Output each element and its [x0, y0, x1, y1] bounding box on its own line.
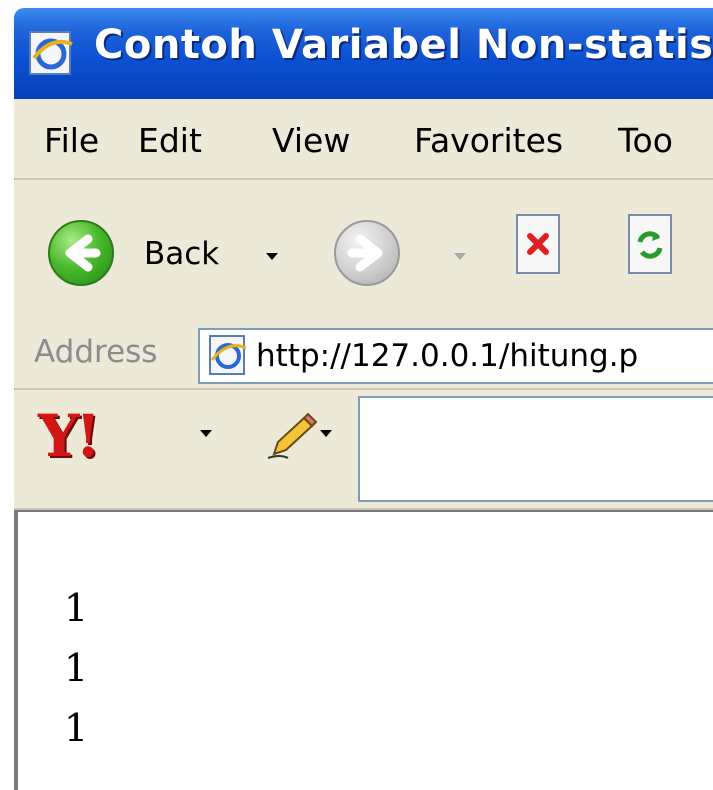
- content-line: 1: [64, 586, 89, 630]
- address-bar: Address http://127.0.0.1/hitung.p: [14, 320, 713, 390]
- navigation-toolbar: Back: [14, 180, 713, 322]
- yahoo-logo[interactable]: Y!: [38, 402, 101, 470]
- ie-page-icon: [209, 335, 247, 375]
- address-label: Address: [34, 334, 158, 370]
- forward-history-dropdown[interactable]: [454, 253, 466, 260]
- menu-file[interactable]: File: [44, 121, 99, 160]
- refresh-button[interactable]: [628, 214, 672, 274]
- address-url[interactable]: http://127.0.0.1/hitung.p: [256, 338, 638, 374]
- ie-page-icon: [29, 31, 73, 75]
- menu-tools[interactable]: Too: [618, 121, 673, 160]
- stop-button[interactable]: [516, 214, 560, 274]
- content-line: 1: [64, 646, 89, 690]
- title-bar[interactable]: Contoh Variabel Non-statis: [14, 8, 713, 99]
- yahoo-toolbar: Y!: [14, 390, 713, 510]
- menu-view[interactable]: View: [272, 121, 350, 160]
- back-arrow-icon: [65, 234, 101, 272]
- yahoo-menu-dropdown[interactable]: [200, 430, 212, 437]
- page-content: 1 1 1: [14, 510, 713, 790]
- menu-bar: File Edit View Favorites Too: [14, 99, 713, 180]
- menu-favorites[interactable]: Favorites: [414, 121, 563, 160]
- back-button[interactable]: [48, 220, 114, 286]
- content-line: 1: [64, 706, 89, 750]
- back-history-dropdown[interactable]: [266, 253, 278, 260]
- forward-arrow-icon: [347, 234, 383, 272]
- pencil-icon[interactable]: [264, 410, 320, 462]
- window-title: Contoh Variabel Non-statis: [94, 22, 713, 68]
- pencil-dropdown[interactable]: [320, 430, 332, 437]
- address-input[interactable]: http://127.0.0.1/hitung.p: [198, 328, 713, 384]
- refresh-icon: [637, 231, 663, 259]
- yahoo-search-input[interactable]: [358, 396, 713, 502]
- stop-icon: [527, 233, 549, 255]
- back-button-label[interactable]: Back: [144, 236, 219, 272]
- menu-edit[interactable]: Edit: [138, 121, 202, 160]
- forward-button[interactable]: [334, 220, 400, 286]
